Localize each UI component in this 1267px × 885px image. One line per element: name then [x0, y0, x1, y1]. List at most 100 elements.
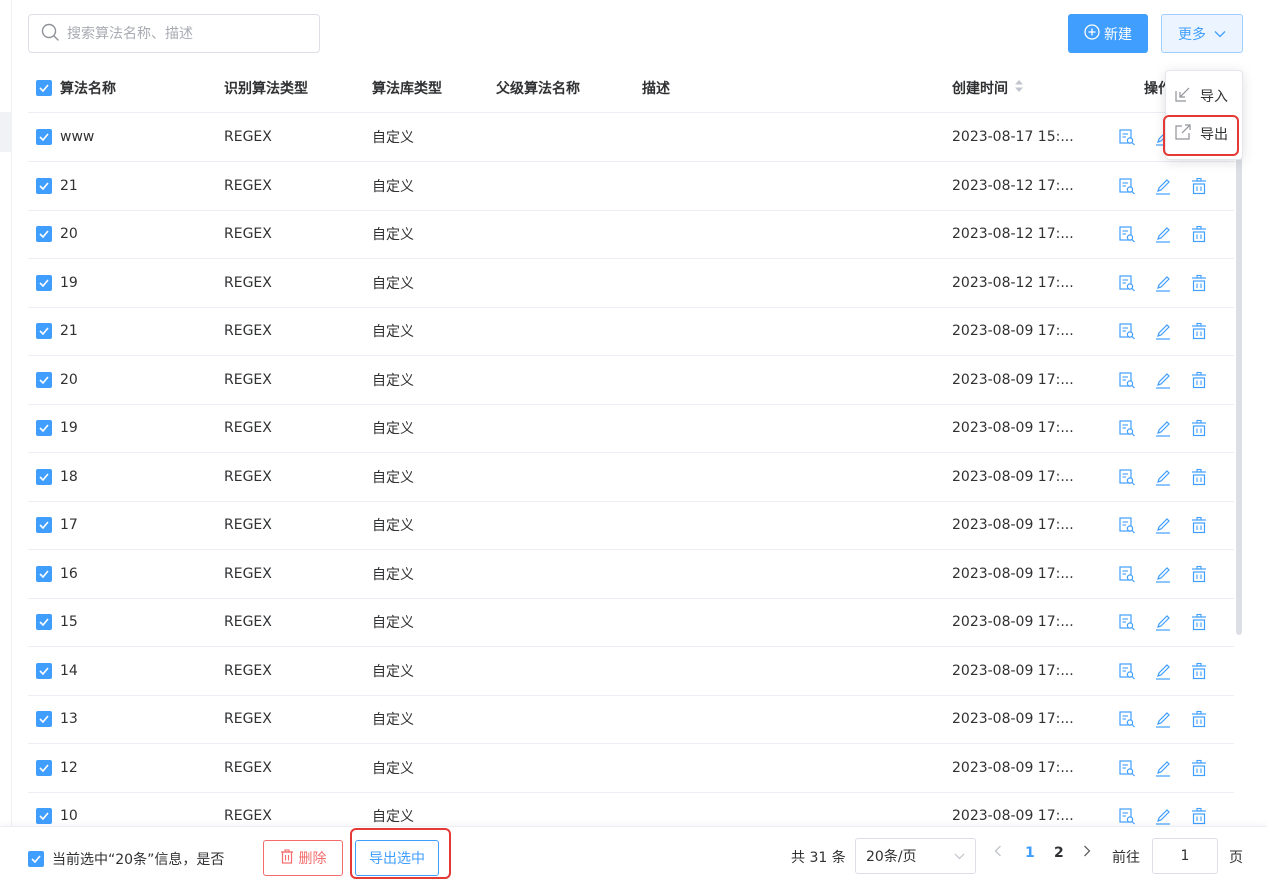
- row-checkbox[interactable]: [36, 129, 52, 145]
- page-size-select[interactable]: 20条/页: [855, 838, 976, 874]
- row-checkbox[interactable]: [36, 371, 52, 388]
- library-type: 自定义: [372, 421, 414, 437]
- view-detail-icon[interactable]: [1116, 369, 1138, 391]
- table-row[interactable]: 18 REGEX 自定义 2023-08-09 17:...: [28, 453, 1234, 502]
- table-scrollbar[interactable]: [1236, 120, 1242, 635]
- edit-icon[interactable]: [1152, 320, 1174, 342]
- menu-item-import[interactable]: 导入: [1174, 81, 1228, 111]
- edit-icon[interactable]: [1152, 563, 1174, 585]
- row-checkbox[interactable]: [36, 323, 52, 339]
- table-row[interactable]: 19 REGEX 自定义 2023-08-12 17:...: [28, 259, 1234, 308]
- row-checkbox[interactable]: [36, 614, 52, 630]
- row-checkbox[interactable]: [36, 759, 52, 776]
- delete-icon[interactable]: [1188, 611, 1210, 633]
- delete-icon[interactable]: [1188, 175, 1210, 197]
- view-detail-icon[interactable]: [1116, 514, 1138, 536]
- row-checkbox[interactable]: [36, 565, 52, 582]
- view-detail-icon[interactable]: [1116, 272, 1138, 294]
- table-row[interactable]: 20 REGEX 自定义 2023-08-12 17:...: [28, 210, 1234, 259]
- delete-button[interactable]: 删除: [263, 840, 343, 876]
- table-row[interactable]: www REGEX 自定义 2023-08-17 15:...: [28, 113, 1234, 162]
- delete-icon[interactable]: [1188, 660, 1210, 682]
- algorithm-type: REGEX: [224, 565, 272, 582]
- column-header-time[interactable]: 创建时间: [952, 64, 1024, 112]
- row-checkbox[interactable]: [36, 468, 52, 485]
- edit-icon[interactable]: [1152, 369, 1174, 391]
- table-row[interactable]: 14 REGEX 自定义 2023-08-09 17:...: [28, 647, 1234, 696]
- algorithm-type: REGEX: [224, 177, 272, 194]
- delete-icon[interactable]: [1188, 320, 1210, 342]
- view-detail-icon[interactable]: [1116, 223, 1138, 245]
- view-detail-icon[interactable]: [1116, 805, 1138, 827]
- table-row[interactable]: 16 REGEX 自定义 2023-08-09 17:...: [28, 550, 1234, 599]
- algorithm-type: REGEX: [224, 420, 272, 436]
- next-page-icon[interactable]: [1083, 845, 1091, 861]
- row-checkbox[interactable]: [36, 420, 52, 436]
- ops-cell: [1116, 744, 1210, 792]
- edit-icon[interactable]: [1152, 708, 1174, 730]
- view-detail-icon[interactable]: [1116, 126, 1138, 148]
- edit-icon[interactable]: [1152, 757, 1174, 779]
- row-checkbox[interactable]: [36, 808, 52, 824]
- row-checkbox[interactable]: [36, 711, 52, 727]
- view-detail-icon[interactable]: [1116, 320, 1138, 342]
- delete-icon[interactable]: [1188, 514, 1210, 536]
- delete-icon[interactable]: [1188, 563, 1210, 585]
- table-row[interactable]: 19 REGEX 自定义 2023-08-09 17:...: [28, 404, 1234, 453]
- page-2[interactable]: 2: [1054, 845, 1064, 861]
- view-detail-icon[interactable]: [1116, 660, 1138, 682]
- algorithm-name: 21: [60, 177, 78, 194]
- footer-select-checkbox[interactable]: [28, 851, 44, 867]
- view-detail-icon[interactable]: [1116, 708, 1138, 730]
- edit-icon[interactable]: [1152, 611, 1174, 633]
- row-checkbox[interactable]: [36, 177, 52, 194]
- prev-page-icon[interactable]: [994, 845, 1002, 861]
- table-row[interactable]: 21 REGEX 自定义 2023-08-12 17:...: [28, 162, 1234, 211]
- row-checkbox[interactable]: [36, 274, 52, 291]
- created-time: 2023-08-12 17:...: [952, 177, 1074, 194]
- algorithm-name: 18: [60, 468, 78, 485]
- view-detail-icon[interactable]: [1116, 611, 1138, 633]
- view-detail-icon[interactable]: [1116, 175, 1138, 197]
- goto-page-input[interactable]: [1152, 838, 1218, 874]
- table-row[interactable]: 12 REGEX 自定义 2023-08-09 17:...: [28, 744, 1234, 793]
- search-input[interactable]: [67, 25, 307, 42]
- row-checkbox[interactable]: [36, 226, 52, 242]
- algorithm-type: REGEX: [224, 371, 272, 388]
- edit-icon[interactable]: [1152, 223, 1174, 245]
- delete-icon[interactable]: [1188, 466, 1210, 488]
- table-row[interactable]: 21 REGEX 自定义 2023-08-09 17:...: [28, 307, 1234, 356]
- row-checkbox[interactable]: [36, 517, 52, 533]
- delete-icon[interactable]: [1188, 805, 1210, 827]
- page-1[interactable]: 1: [1025, 845, 1035, 861]
- new-button[interactable]: 新建: [1068, 14, 1148, 53]
- delete-icon[interactable]: [1188, 369, 1210, 391]
- delete-icon[interactable]: [1188, 272, 1210, 294]
- algorithm-name: 10: [60, 808, 78, 824]
- delete-icon[interactable]: [1188, 223, 1210, 245]
- row-checkbox[interactable]: [36, 662, 52, 679]
- edit-icon[interactable]: [1152, 514, 1174, 536]
- table-row[interactable]: 15 REGEX 自定义 2023-08-09 17:...: [28, 598, 1234, 647]
- view-detail-icon[interactable]: [1116, 757, 1138, 779]
- table-row[interactable]: 17 REGEX 自定义 2023-08-09 17:...: [28, 501, 1234, 550]
- edit-icon[interactable]: [1152, 466, 1174, 488]
- edit-icon[interactable]: [1152, 175, 1174, 197]
- search-box[interactable]: [28, 14, 320, 53]
- view-detail-icon[interactable]: [1116, 417, 1138, 439]
- view-detail-icon[interactable]: [1116, 466, 1138, 488]
- edit-icon[interactable]: [1152, 660, 1174, 682]
- delete-icon[interactable]: [1188, 757, 1210, 779]
- edit-icon[interactable]: [1152, 272, 1174, 294]
- edit-icon[interactable]: [1152, 417, 1174, 439]
- delete-icon[interactable]: [1188, 417, 1210, 439]
- view-detail-icon[interactable]: [1116, 563, 1138, 585]
- sort-icon[interactable]: [1014, 79, 1024, 97]
- table-row[interactable]: 13 REGEX 自定义 2023-08-09 17:...: [28, 695, 1234, 744]
- algorithm-type: REGEX: [224, 129, 272, 145]
- edit-icon[interactable]: [1152, 805, 1174, 827]
- more-button[interactable]: 更多: [1161, 14, 1243, 53]
- select-all-checkbox[interactable]: [36, 80, 52, 96]
- delete-icon[interactable]: [1188, 708, 1210, 730]
- table-row[interactable]: 20 REGEX 自定义 2023-08-09 17:...: [28, 356, 1234, 405]
